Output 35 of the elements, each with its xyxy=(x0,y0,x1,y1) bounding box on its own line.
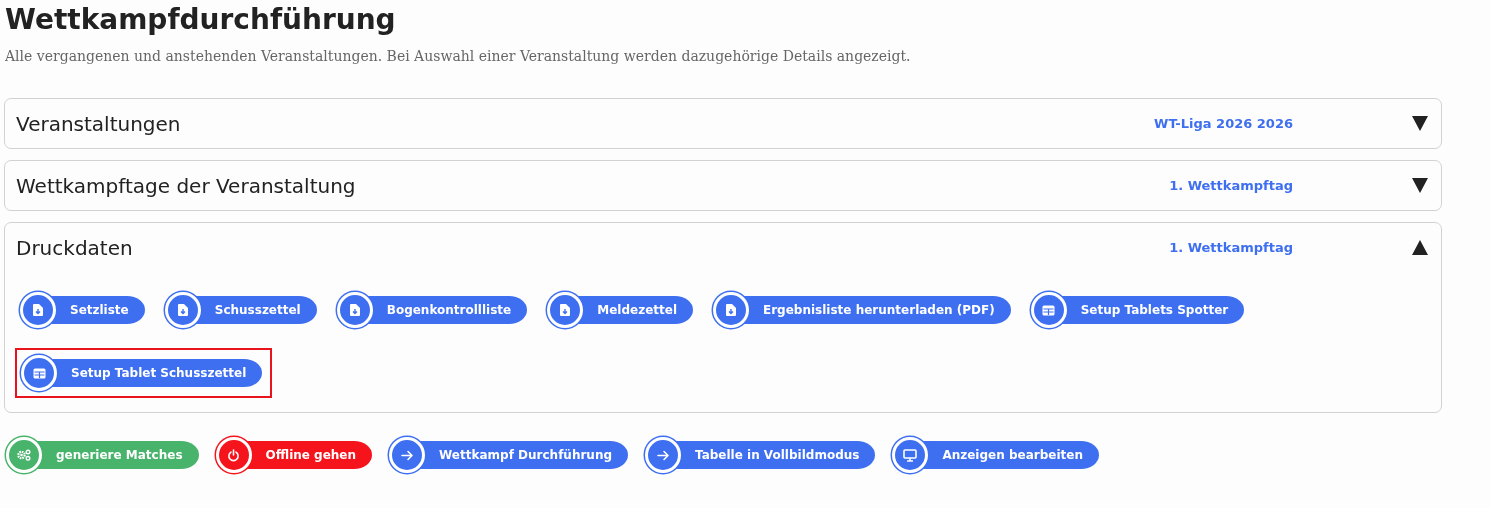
panel-title: Wettkampftage der Veranstaltung xyxy=(16,173,357,198)
gears-icon xyxy=(17,449,31,461)
page-subtitle: Alle vergangenen und anstehenden Veranstaltungen. Bei Auswahl einer Veranstaltung werden dazugehörige Details angezeigt. xyxy=(5,48,912,64)
action-button[interactable]: Setup Tablets Spotter xyxy=(1030,292,1245,328)
monitor-icon xyxy=(903,448,918,462)
action-button[interactable]: Setup Tablet Schusszettel xyxy=(21,355,263,391)
power-icon xyxy=(227,448,241,462)
panel-value: 1. Wettkampftag xyxy=(1169,178,1293,193)
file-download-icon xyxy=(177,304,188,316)
arrow-right-icon xyxy=(656,449,670,461)
panel-title: Veranstaltungen xyxy=(16,111,182,136)
expand-caret-icon[interactable] xyxy=(1411,115,1429,132)
action-button[interactable]: Tabelle in Vollbildmodus xyxy=(645,437,876,473)
file-download-icon xyxy=(726,304,736,316)
table-icon xyxy=(32,367,46,379)
table-icon xyxy=(1042,304,1056,316)
panel-value: 1. Wettkampftag xyxy=(1169,240,1293,255)
action-button[interactable]: Setzliste xyxy=(20,292,145,328)
file-download-icon xyxy=(33,304,43,316)
action-button[interactable]: generiere Matches xyxy=(6,437,199,473)
action-button[interactable]: Meldezettel xyxy=(547,292,693,328)
action-button[interactable]: Anzeigen bearbeiten xyxy=(892,437,1099,473)
action-button[interactable]: Ergebnisliste herunterladen (PDF) xyxy=(713,292,1011,328)
action-button[interactable]: Schusszettel xyxy=(164,292,317,328)
page-title: Wettkampfdurchführung xyxy=(5,2,397,38)
file-download-icon xyxy=(349,304,360,316)
action-button[interactable]: Wettkampf Durchführung xyxy=(389,437,629,473)
expand-caret-icon[interactable] xyxy=(1411,177,1429,194)
file-download-icon xyxy=(560,304,571,316)
panel-value: WT-Liga 2026 2026 xyxy=(1154,116,1293,131)
action-button[interactable]: Bogenkontrollliste xyxy=(336,292,528,328)
offline-button[interactable]: Offline gehen xyxy=(215,437,373,473)
collapse-caret-icon[interactable] xyxy=(1411,239,1429,256)
arrow-right-icon xyxy=(400,449,414,461)
panel-title: Druckdaten xyxy=(16,235,134,260)
